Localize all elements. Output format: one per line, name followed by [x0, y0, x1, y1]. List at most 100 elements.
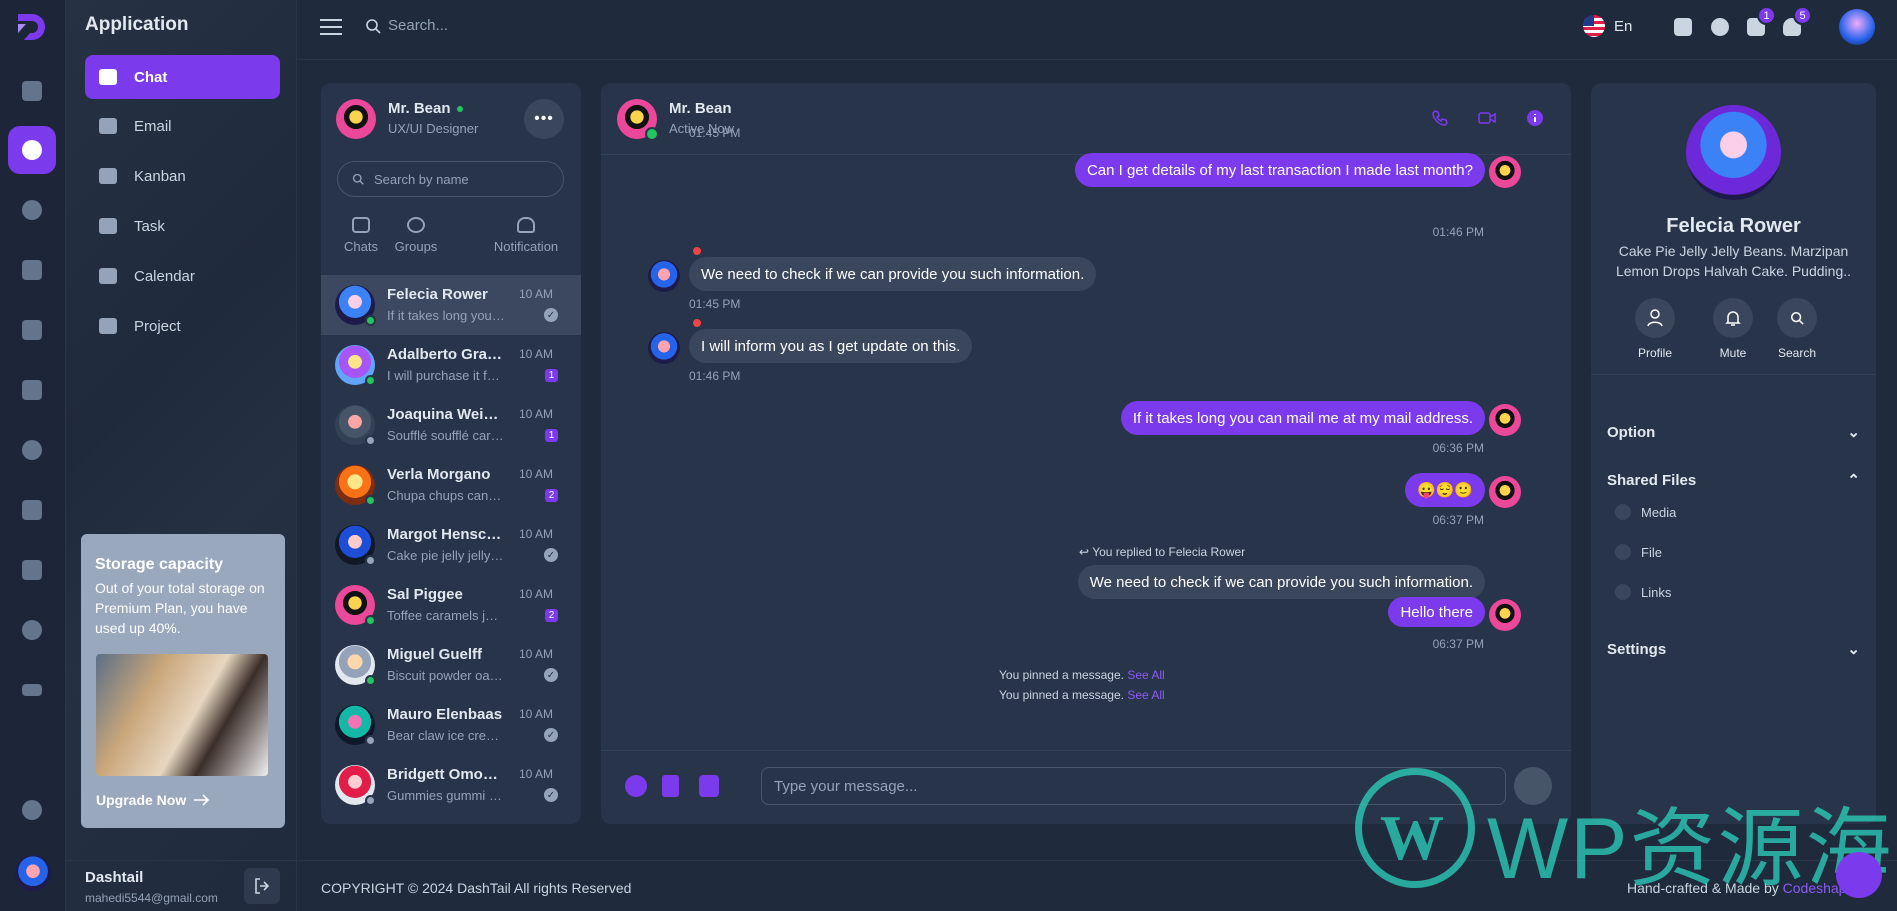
plus-icon[interactable]	[625, 775, 647, 797]
wordpress-logo: W	[1355, 768, 1475, 888]
mute-button[interactable]: Mute	[1703, 298, 1763, 360]
search-button[interactable]: Search	[1767, 298, 1827, 360]
chevron-down-icon: ⌄	[1847, 424, 1860, 441]
unread-count-badge: 1	[545, 429, 558, 442]
more-options-button[interactable]: •••	[524, 99, 564, 139]
rail-user-button[interactable]	[8, 186, 56, 234]
message-preview: Toffee caramels jelly-o	[387, 608, 505, 623]
profile-name: Felecia Rower	[1666, 215, 1801, 237]
rail-document-button[interactable]	[8, 306, 56, 354]
tab-label: Chats	[344, 239, 378, 254]
settings-accordion[interactable]: Settings ⌄	[1607, 640, 1860, 659]
bell-icon	[517, 217, 535, 233]
contact-row[interactable]: Bridgett Omohundro Gummies gummi bears 10 …	[321, 755, 581, 815]
contact-row[interactable]: Sal Piggee Toffee caramels jelly-o 10 AM 2	[321, 575, 581, 635]
message-time: 01:46 PM	[1432, 225, 1484, 239]
rail-cube-button[interactable]	[8, 67, 56, 115]
nav-item-kanban[interactable]: Kanban	[85, 154, 280, 198]
see-all-link[interactable]: See All	[1127, 688, 1164, 702]
option-accordion[interactable]: Option ⌄	[1607, 423, 1860, 442]
header-search-input[interactable]: Search...	[388, 17, 448, 34]
message-preview: I will purchase it for sure	[387, 368, 505, 383]
hamburger-menu-icon[interactable]	[320, 18, 342, 36]
rail-grid-button[interactable]	[8, 366, 56, 414]
message-time: 10 AM	[519, 467, 554, 481]
rail-pie-button[interactable]	[8, 426, 56, 474]
status-dot	[365, 435, 376, 446]
contact-search-input[interactable]: Search by name	[337, 161, 564, 197]
contact-row[interactable]: Verla Morgano Chupa chups candy canes 10 A…	[321, 455, 581, 515]
tab-label: Groups	[394, 239, 438, 254]
logout-button[interactable]	[244, 868, 280, 904]
check-icon: ✓	[544, 788, 558, 802]
contact-name: Miguel Guelff	[387, 646, 482, 663]
tab-label: Notification	[493, 239, 559, 254]
status-dot	[365, 375, 376, 386]
moon-icon[interactable]	[1711, 18, 1729, 36]
my-name-text: Mr. Bean	[388, 100, 451, 117]
file-label: Links	[1641, 584, 1672, 600]
tab-notification[interactable]: Notification	[471, 217, 581, 254]
shared-files-accordion[interactable]: Shared Files ⌃	[1607, 471, 1860, 490]
pin-icon	[693, 319, 701, 327]
ellipsis-icon: •••	[534, 110, 554, 127]
message-preview: Bear claw ice cream lollipop	[387, 728, 505, 743]
file-icon[interactable]	[662, 775, 679, 797]
rail-chart-button[interactable]	[8, 486, 56, 534]
shared-media-item[interactable]: Media	[1615, 504, 1676, 520]
nav-item-chat[interactable]: Chat	[85, 55, 280, 99]
top-header: Search... En 1 5	[297, 0, 1897, 60]
theme-customizer-icon[interactable]	[1674, 18, 1692, 36]
contact-row[interactable]: Adalberto Granzin I will purchase it for …	[321, 335, 581, 395]
info-icon[interactable]	[1526, 109, 1544, 127]
contact-row[interactable]: Felecia Rower If it takes long you can ma…	[321, 275, 581, 335]
shared-links-item[interactable]: Links	[1615, 584, 1671, 600]
nav-item-task[interactable]: Task	[85, 204, 280, 248]
pin-icon	[693, 247, 701, 255]
rail-dashboard-button[interactable]	[8, 126, 56, 174]
profile-avatar	[1686, 105, 1781, 200]
emoji-message-bubble: 😛😌🙂	[1404, 473, 1485, 507]
nav-item-project[interactable]: Project	[85, 304, 280, 348]
header-avatar[interactable]	[1839, 9, 1875, 45]
tab-groups[interactable]: Groups	[376, 217, 456, 254]
status-dot	[365, 495, 376, 506]
reply-arrow-icon: ↩	[1079, 545, 1090, 559]
video-icon[interactable]	[1478, 109, 1496, 127]
rail-avatar[interactable]	[15, 855, 51, 891]
building-icon	[22, 260, 42, 280]
rail-map-button[interactable]	[8, 546, 56, 594]
unread-count-badge: 2	[545, 609, 558, 622]
message-avatar	[1489, 476, 1521, 508]
upgrade-now-link[interactable]: Upgrade Now	[96, 792, 210, 808]
copyright-text: COPYRIGHT © 2024 DashTail All rights Res…	[321, 880, 632, 896]
rail-bug-button[interactable]	[8, 606, 56, 654]
sticker-icon[interactable]	[699, 775, 719, 797]
profile-button[interactable]: Profile	[1625, 298, 1685, 360]
phone-icon[interactable]	[1431, 109, 1449, 127]
contact-row[interactable]: Margot Henschke Cake pie jelly jelly bean…	[321, 515, 581, 575]
calendar-icon	[99, 268, 117, 284]
search-icon	[1790, 311, 1804, 325]
us-flag-icon[interactable]	[1583, 15, 1605, 37]
nav-item-email[interactable]: Email	[85, 104, 280, 148]
message-bubble-in: I will inform you as I get update on thi…	[689, 329, 973, 363]
message-time: 01:45 PM	[689, 126, 741, 140]
contact-row[interactable]: Miguel Guelff Biscuit powder oat cake 10 A…	[321, 635, 581, 695]
check-icon: ✓	[544, 308, 558, 322]
contact-row[interactable]: Mauro Elenbaas Bear claw ice cream lollip…	[321, 695, 581, 755]
shared-file-item[interactable]: File	[1615, 544, 1662, 560]
language-selector[interactable]: En	[1614, 18, 1632, 35]
storage-title: Storage capacity	[95, 556, 224, 573]
customizer-fab-button[interactable]	[1836, 852, 1882, 898]
rail-building-button[interactable]	[8, 246, 56, 294]
my-avatar[interactable]	[336, 99, 376, 139]
see-all-link[interactable]: See All	[1127, 668, 1164, 682]
profile-bio: Cake Pie Jelly Jelly Beans. Marzipan Lem…	[1615, 243, 1852, 279]
rail-menu-button[interactable]	[8, 666, 56, 714]
rail-settings-button[interactable]	[8, 786, 56, 834]
status-dot	[365, 315, 376, 326]
contact-row[interactable]: Joaquina Weisenborn Soufflé soufflé caram…	[321, 395, 581, 455]
message-bubble-in: We need to check if we can provide you s…	[689, 257, 1097, 291]
nav-item-calendar[interactable]: Calendar	[85, 254, 280, 298]
